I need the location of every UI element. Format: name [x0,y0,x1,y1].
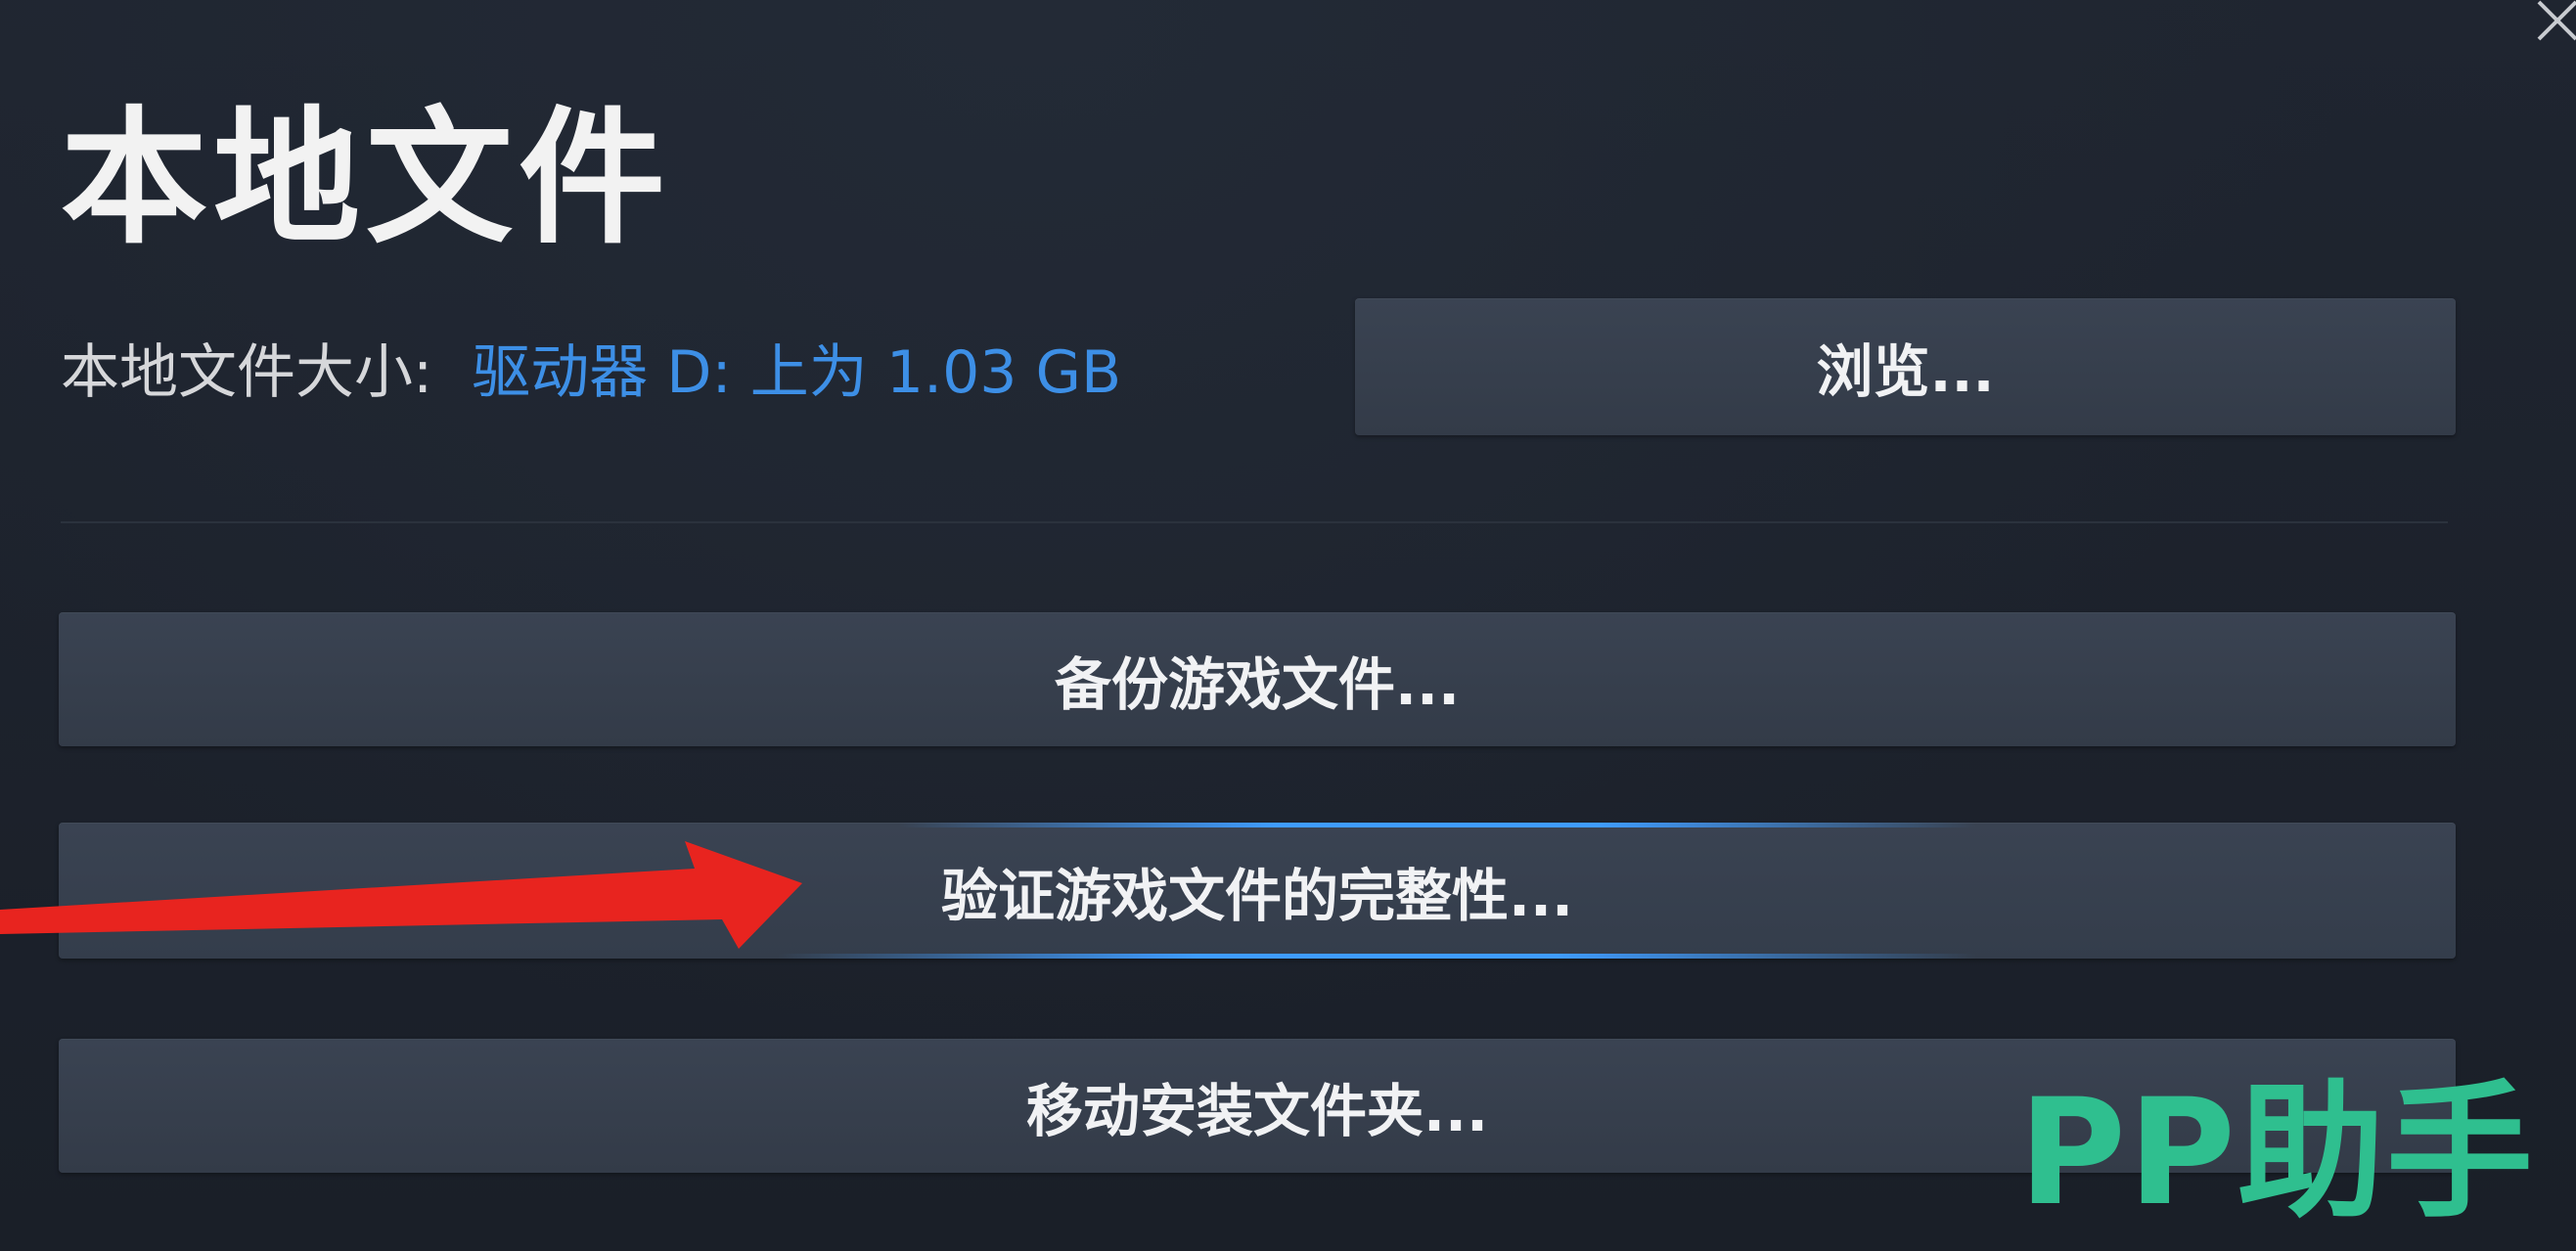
local-file-size-row: 本地文件大小: 驱动器 D: 上为 1.03 GB [61,323,1121,411]
watermark-logo: PP助手 [2018,1080,2535,1227]
page-title: 本地文件 [61,92,672,264]
red-arrow-icon [0,841,802,949]
local-file-size-value: 驱动器 D: 上为 1.03 GB [472,337,1122,407]
divider [61,521,2448,523]
local-files-dialog: 本地文件 本地文件大小: 驱动器 D: 上为 1.03 GB 浏览... 备份游… [0,0,2576,1251]
browse-button[interactable]: 浏览... [1355,298,2456,435]
verify-integrity-label: 验证游戏文件的完整性... [940,862,1574,929]
close-icon[interactable] [2521,0,2576,41]
backup-game-files-button[interactable]: 备份游戏文件... [59,612,2456,746]
watermark-text: PP助手 [2018,1068,2535,1238]
local-file-size-label: 本地文件大小: [61,337,433,407]
